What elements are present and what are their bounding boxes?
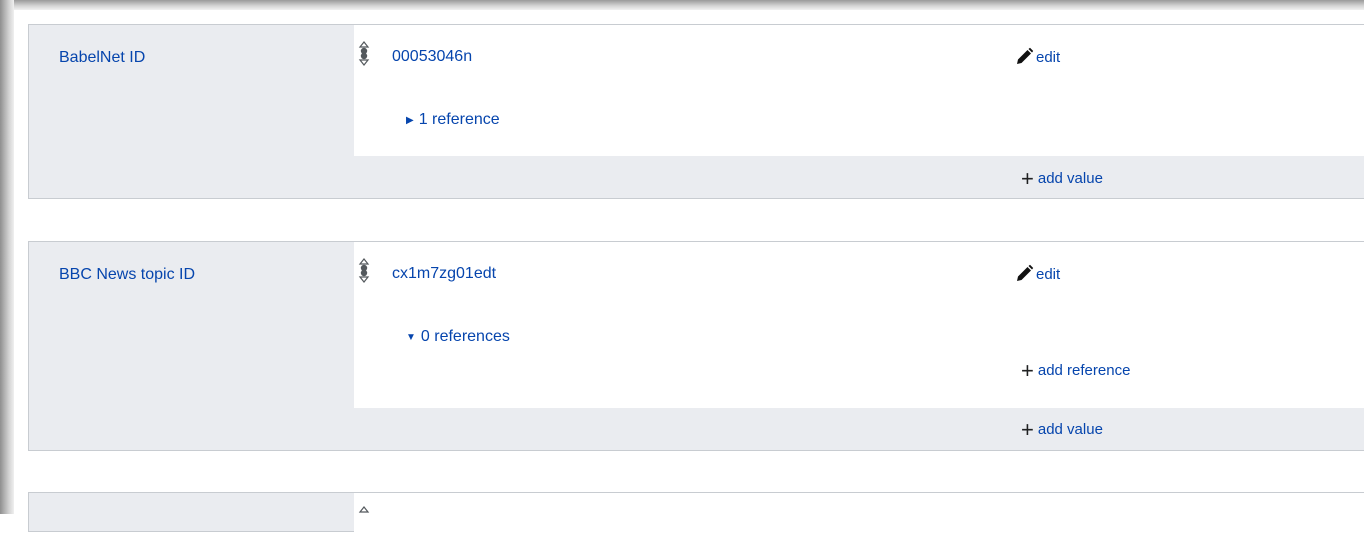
add-value-link[interactable]: + add value [1021, 165, 1103, 191]
rank-normal-icon[interactable] [358, 40, 370, 68]
add-value-label: add value [1037, 170, 1103, 187]
plus-icon: + [1021, 165, 1034, 191]
statement-value-box: cx1m7zg01edt edit ▼ 0 references + add r… [354, 242, 1364, 408]
property-label[interactable]: BabelNet ID [59, 49, 145, 67]
references-toggle[interactable]: ▼ 0 references [406, 328, 510, 346]
statements-content: BabelNet ID 00053046n edit ▶ 1 reference… [14, 10, 1364, 533]
references-label: 1 reference [418, 111, 500, 128]
rank-normal-icon[interactable] [358, 257, 370, 285]
window-frame-top [0, 0, 1364, 10]
edit-label: edit [1036, 265, 1061, 283]
add-value-label: add value [1037, 421, 1103, 438]
statement-group-babelnet-id: BabelNet ID 00053046n edit ▶ 1 reference… [28, 24, 1364, 199]
statement-group-bbc-news-topic-id: BBC News topic ID cx1m7zg01edt edit ▼ 0 … [28, 241, 1364, 451]
add-reference-label: add reference [1037, 362, 1131, 379]
plus-icon: + [1021, 357, 1034, 383]
references-label: 0 references [420, 328, 510, 345]
value-link[interactable]: cx1m7zg01edt [392, 265, 496, 283]
statement-group-next [28, 492, 1364, 533]
rank-normal-icon[interactable] [358, 505, 370, 533]
value-link[interactable]: 00053046n [392, 48, 472, 66]
plus-icon: + [1021, 416, 1034, 442]
add-value-link[interactable]: + add value [1021, 416, 1103, 442]
edit-link[interactable]: edit [1014, 47, 1060, 67]
edit-label: edit [1036, 48, 1061, 66]
statement-value-box: 00053046n edit ▶ 1 reference [354, 25, 1364, 156]
statement-value-box [354, 493, 1364, 533]
pencil-icon [1017, 47, 1034, 64]
add-reference-link[interactable]: + add reference [1021, 357, 1131, 383]
triangle-right-icon: ▶ [406, 114, 414, 126]
triangle-down-icon: ▼ [406, 331, 416, 343]
edit-link[interactable]: edit [1014, 264, 1060, 284]
pencil-icon [1017, 264, 1034, 281]
references-toggle[interactable]: ▶ 1 reference [406, 111, 500, 129]
window-frame-left [0, 0, 14, 514]
property-label[interactable]: BBC News topic ID [59, 266, 195, 284]
